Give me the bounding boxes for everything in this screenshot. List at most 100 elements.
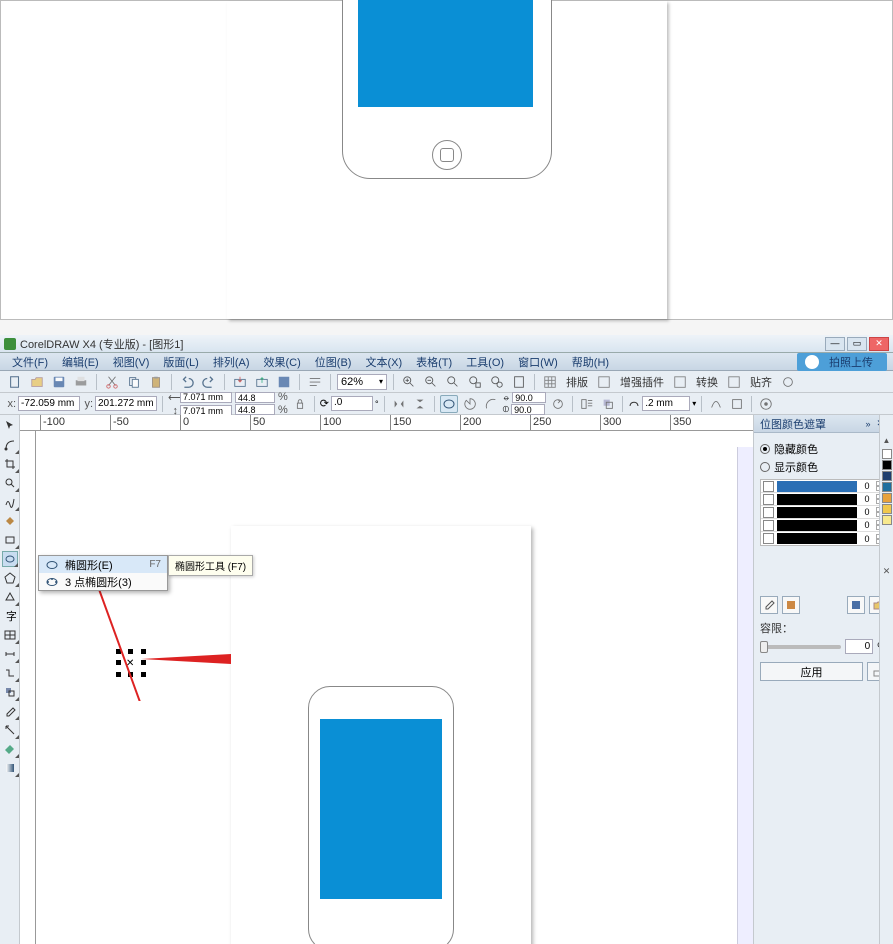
object-props-icon[interactable] — [757, 395, 775, 413]
rotation-value[interactable]: .0 — [331, 396, 373, 411]
color-row[interactable]: 0▴▾ — [761, 506, 886, 519]
menu-file[interactable]: 文件(F) — [6, 354, 54, 370]
zoom-in-icon[interactable] — [400, 373, 418, 391]
menu-view[interactable]: 视图(V) — [107, 354, 156, 370]
flyout-3pt-ellipse-item[interactable]: 3 点椭圆形(3) — [39, 573, 167, 590]
outline-tool-icon[interactable] — [2, 722, 18, 738]
selection-handles[interactable]: ✕ — [116, 649, 146, 677]
scaley-input[interactable] — [235, 404, 275, 415]
ellipse-tool-icon[interactable] — [2, 551, 18, 567]
outline-width-input[interactable] — [642, 396, 690, 411]
open-icon[interactable] — [28, 373, 46, 391]
tolerance-slider[interactable] — [760, 645, 841, 649]
palette-swatch[interactable] — [882, 515, 892, 525]
upload-button[interactable]: 拍照上传 — [797, 353, 887, 371]
rectangle-tool-icon[interactable] — [2, 532, 18, 548]
docker-header[interactable]: 位图颜色遮罩 » ✕ — [754, 415, 893, 433]
mirror-v-icon[interactable] — [411, 395, 429, 413]
angle1-input[interactable] — [512, 392, 546, 403]
save-icon[interactable] — [50, 373, 68, 391]
x-input[interactable] — [18, 396, 80, 411]
tolerance-input[interactable] — [845, 639, 873, 654]
menu-window[interactable]: 窗口(W) — [512, 354, 564, 370]
paste-icon[interactable] — [147, 373, 165, 391]
convert-label[interactable]: 转换 — [693, 374, 721, 390]
export-icon[interactable] — [253, 373, 271, 391]
vertical-ruler[interactable] — [20, 431, 36, 944]
fill-tool-icon[interactable] — [2, 741, 18, 757]
menu-bitmap[interactable]: 位图(B) — [309, 354, 358, 370]
y-input[interactable] — [95, 396, 157, 411]
palette-swatch[interactable] — [882, 482, 892, 492]
palette-swatch[interactable] — [882, 449, 892, 459]
welcome-icon[interactable] — [306, 373, 324, 391]
snap-label[interactable]: 贴齐 — [747, 374, 775, 390]
angle2-input[interactable] — [511, 404, 545, 415]
mirror-h-icon[interactable] — [390, 395, 408, 413]
docker-collapse-icon[interactable]: » — [862, 419, 873, 429]
hide-color-radio[interactable]: 隐藏颜色 — [760, 441, 887, 457]
snap-icon[interactable] — [725, 373, 743, 391]
palette-swatch[interactable] — [882, 493, 892, 503]
snap-grid-icon[interactable] — [541, 373, 559, 391]
close-button[interactable]: ✕ — [869, 337, 889, 351]
zoom-out-icon[interactable] — [422, 373, 440, 391]
eyedropper-tool-icon[interactable] — [2, 703, 18, 719]
import-icon[interactable] — [231, 373, 249, 391]
smart-fill-tool-icon[interactable] — [2, 513, 18, 529]
pie-mode-icon[interactable] — [461, 395, 479, 413]
crop-tool-icon[interactable] — [2, 456, 18, 472]
drawing-canvas[interactable]: ✕ 椭圆形(E) F7 3 点椭圆形(3) — [36, 431, 753, 944]
zoom-tool-icon[interactable] — [2, 475, 18, 491]
scalex-input[interactable] — [235, 392, 275, 403]
zoom-select[interactable]: 62% — [337, 374, 387, 390]
phone-screen-rect[interactable] — [320, 719, 442, 899]
pick-tool-icon[interactable] — [2, 418, 18, 434]
new-icon[interactable] — [6, 373, 24, 391]
menu-effects[interactable]: 效果(C) — [258, 354, 307, 370]
color-row[interactable]: 0▴▾ — [761, 519, 886, 532]
freehand-tool-icon[interactable] — [2, 494, 18, 510]
shape-tool-icon[interactable] — [2, 437, 18, 453]
plugin-icon[interactable] — [595, 373, 613, 391]
menu-arrange[interactable]: 排列(A) — [207, 354, 256, 370]
menu-help[interactable]: 帮助(H) — [566, 354, 615, 370]
undo-icon[interactable] — [178, 373, 196, 391]
palette-swatch[interactable] — [882, 460, 892, 470]
interactive-fill-tool-icon[interactable] — [2, 760, 18, 776]
apply-button[interactable]: 应用 — [760, 662, 863, 681]
phone-shape[interactable] — [308, 686, 454, 944]
cut-icon[interactable] — [103, 373, 121, 391]
interactive-tool-icon[interactable] — [2, 684, 18, 700]
zoom-fit-icon[interactable] — [444, 373, 462, 391]
zoom-all-icon[interactable] — [488, 373, 506, 391]
menu-text[interactable]: 文本(X) — [359, 354, 408, 370]
plugin-label[interactable]: 增强插件 — [617, 374, 667, 390]
horizontal-ruler[interactable]: -100 -50 0 50 100 150 200 250 300 350 — [20, 415, 753, 431]
rotation-field[interactable]: ⟳ .0 ° — [320, 396, 379, 411]
vertical-scrollbar[interactable] — [737, 447, 753, 944]
print-icon[interactable] — [72, 373, 90, 391]
palette-swatch[interactable] — [882, 504, 892, 514]
show-color-radio[interactable]: 显示颜色 — [760, 459, 887, 475]
flyout-ellipse-item[interactable]: 椭圆形(E) F7 — [39, 556, 167, 573]
basic-shapes-tool-icon[interactable] — [2, 589, 18, 605]
palette-up-icon[interactable]: ▲ — [883, 436, 891, 445]
to-front-icon[interactable] — [599, 395, 617, 413]
maximize-button[interactable]: ▭ — [847, 337, 867, 351]
color-row[interactable]: 0▴▾ — [761, 532, 886, 545]
connector-tool-icon[interactable] — [2, 665, 18, 681]
polygon-tool-icon[interactable] — [2, 570, 18, 586]
menu-edit[interactable]: 编辑(E) — [56, 354, 105, 370]
dimension-tool-icon[interactable] — [2, 646, 18, 662]
table-tool-icon[interactable] — [2, 627, 18, 643]
edit-color-button[interactable] — [782, 596, 800, 614]
save-mask-button[interactable] — [847, 596, 865, 614]
palette-swatch[interactable] — [882, 471, 892, 481]
menu-tools[interactable]: 工具(O) — [460, 354, 510, 370]
zoom-sel-icon[interactable] — [466, 373, 484, 391]
eyedropper-button[interactable] — [760, 596, 778, 614]
lock-ratio-icon[interactable] — [291, 395, 309, 413]
menu-layout[interactable]: 版面(L) — [157, 354, 204, 370]
minimize-button[interactable]: — — [825, 337, 845, 351]
